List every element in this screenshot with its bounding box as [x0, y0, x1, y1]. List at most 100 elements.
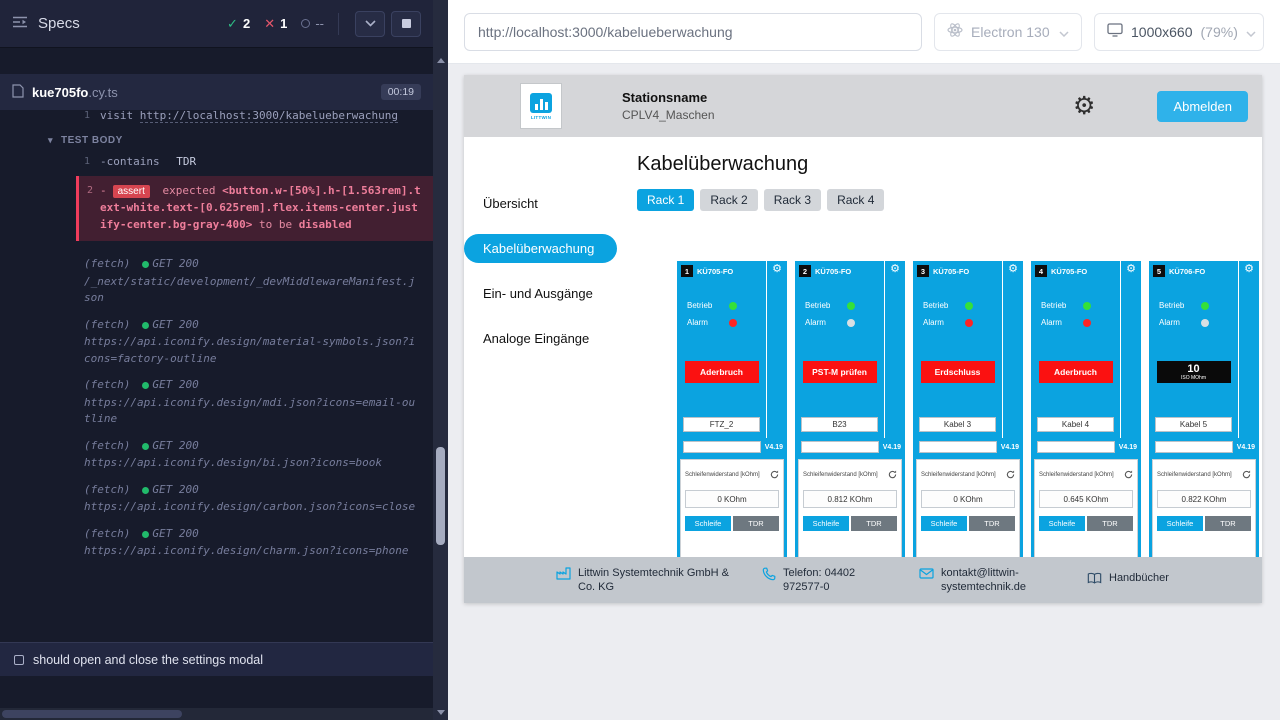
command-visit[interactable]: 1 visit http://localhost:3000/kabelueber…	[0, 110, 433, 127]
vertical-scrollbar-thumb[interactable]	[436, 447, 445, 545]
tab-rack-1[interactable]: Rack 1	[637, 189, 694, 211]
stat-failed[interactable]: ✕1	[264, 16, 287, 32]
specs-title[interactable]: Specs	[38, 15, 80, 32]
card-settings-icon[interactable]: ⚙	[772, 264, 782, 438]
device-card-2: 2 KÜ705-FO Betrieb Alarm PST-M prüfen B2…	[795, 261, 905, 571]
failed-assert[interactable]: 2 -assert expected <button.w-[50%].h-[1.…	[76, 176, 433, 242]
scroll-down-arrow-icon[interactable]	[437, 710, 445, 715]
device-model: KÜ705-FO	[933, 267, 969, 276]
test-stats: ✓2 ✕1 --	[227, 16, 324, 32]
next-test-row[interactable]: should open and close the settings modal	[0, 642, 433, 676]
scroll-up-arrow-icon[interactable]	[437, 58, 445, 63]
station-label: Stationsname	[622, 90, 715, 105]
footer-manuals[interactable]: Handbücher	[1087, 571, 1169, 589]
device-model: KÜ705-FO	[697, 267, 733, 276]
card-settings-icon[interactable]: ⚙	[1244, 264, 1254, 438]
firmware-version: V4.19	[1119, 444, 1137, 451]
cable-name: Kabel 3	[919, 417, 996, 432]
tdr-button[interactable]: TDR	[1087, 516, 1133, 531]
stop-tests-button[interactable]	[391, 11, 421, 37]
measurement-panel: Schleifenwiderstand [kOhm] 0 KOhm Schlei…	[916, 459, 1020, 571]
card-settings-icon[interactable]: ⚙	[1008, 264, 1018, 438]
status-button[interactable]: PST-M prüfen	[803, 361, 877, 383]
sidebar-item-analoge-eingaenge[interactable]: Analoge Eingänge	[464, 324, 619, 353]
viewport-select[interactable]: 1000x660 (79%)	[1094, 13, 1264, 51]
schleife-button[interactable]: Schleife	[1157, 516, 1203, 531]
schleife-button[interactable]: Schleife	[803, 516, 849, 531]
fetch-log-entry: (fetch)GET 200 https://api.iconify.desig…	[0, 477, 433, 521]
refresh-icon[interactable]	[1006, 466, 1015, 484]
chevron-down-icon	[1059, 24, 1069, 40]
app-header: LITTWIN Stationsname CPLV4_Maschen ⚙ Abm…	[464, 75, 1262, 137]
measurement-panel: Schleifenwiderstand [kOhm] 0.812 KOhm Sc…	[798, 459, 902, 571]
viewport-size: 1000x660	[1131, 24, 1193, 40]
sidebar-item-ein-und-ausgaenge[interactable]: Ein- und Ausgänge	[464, 279, 619, 308]
schleife-button[interactable]: Schleife	[685, 516, 731, 531]
horizontal-scrollbar[interactable]	[0, 708, 433, 720]
alarm-led	[1201, 319, 1209, 327]
refresh-icon[interactable]	[888, 466, 897, 484]
tdr-button[interactable]: TDR	[969, 516, 1015, 531]
refresh-icon[interactable]	[770, 466, 779, 484]
device-model: KÜ705-FO	[815, 267, 851, 276]
logout-button[interactable]: Abmelden	[1157, 91, 1248, 122]
success-dot-icon	[142, 322, 149, 329]
tab-rack-4[interactable]: Rack 4	[827, 189, 884, 211]
stop-icon	[402, 19, 411, 28]
success-dot-icon	[142, 531, 149, 538]
card-settings-icon[interactable]: ⚙	[1126, 264, 1136, 438]
browser-select[interactable]: Electron 130	[934, 13, 1082, 51]
spec-header[interactable]: kue705fo.cy.ts 00:19	[0, 74, 433, 110]
device-card-3: 3 KÜ705-FO Betrieb Alarm Erdschluss Kabe…	[913, 261, 1023, 571]
device-card-1: 1 KÜ705-FO Betrieb Alarm Aderbruch FTZ_2…	[677, 261, 787, 571]
status-button[interactable]: Erdschluss	[921, 361, 995, 383]
specs-menu-icon[interactable]	[12, 15, 28, 33]
url-input[interactable]	[464, 13, 922, 51]
device-number-badge: 3	[917, 265, 929, 277]
status-button[interactable]: 10ISO MOhm	[1157, 361, 1231, 383]
tab-rack-3[interactable]: Rack 3	[764, 189, 821, 211]
phone-icon	[762, 566, 776, 586]
test-stop-icon	[14, 655, 24, 665]
fw-field	[1155, 441, 1233, 453]
tab-rack-2[interactable]: Rack 2	[700, 189, 757, 211]
station-name: CPLV4_Maschen	[622, 108, 715, 122]
tdr-button[interactable]: TDR	[1205, 516, 1251, 531]
status-button[interactable]: Aderbruch	[685, 361, 759, 383]
topbar-divider	[338, 13, 339, 35]
sidebar-item-uebersicht[interactable]: Übersicht	[464, 189, 619, 218]
next-test-title: should open and close the settings modal	[33, 653, 263, 667]
command-contains[interactable]: 1 -contains TDR	[0, 151, 433, 173]
betrieb-led	[729, 302, 737, 310]
visit-url: http://localhost:3000/kabelueberwachung	[140, 110, 398, 123]
vertical-scrollbar[interactable]	[433, 0, 448, 720]
command-log: 1 visit http://localhost:3000/kabelueber…	[0, 110, 433, 642]
stat-passed[interactable]: ✓2	[227, 16, 250, 32]
runner-topbar: Specs ✓2 ✕1 --	[0, 0, 433, 48]
fetch-log-entry: (fetch)GET 200 https://api.iconify.desig…	[0, 433, 433, 477]
stat-pending[interactable]: --	[301, 16, 324, 31]
status-button[interactable]: Aderbruch	[1039, 361, 1113, 383]
success-dot-icon	[142, 382, 149, 389]
measurement-panel: Schleifenwiderstand [kOhm] 0 KOhm Schlei…	[680, 459, 784, 571]
tdr-button[interactable]: TDR	[851, 516, 897, 531]
card-settings-icon[interactable]: ⚙	[890, 264, 900, 438]
sidebar-item-kabelueberwachung[interactable]: Kabelüberwachung	[464, 234, 617, 263]
settings-gear-icon[interactable]: ⚙	[1073, 94, 1095, 119]
preview-toolbar: Electron 130 1000x660 (79%)	[448, 0, 1280, 64]
schleife-button[interactable]: Schleife	[1039, 516, 1085, 531]
runner-bottom-area	[0, 676, 433, 720]
app-under-test: LITTWIN Stationsname CPLV4_Maschen ⚙ Abm…	[464, 75, 1262, 603]
collapse-runner-button[interactable]	[355, 11, 385, 37]
schleife-button[interactable]: Schleife	[921, 516, 967, 531]
refresh-icon[interactable]	[1242, 466, 1251, 484]
spec-file-icon	[12, 84, 24, 101]
assert-badge: assert	[113, 185, 150, 198]
spec-extension: .cy.ts	[88, 85, 117, 100]
refresh-icon[interactable]	[1124, 466, 1133, 484]
app-stage: LITTWIN Stationsname CPLV4_Maschen ⚙ Abm…	[448, 64, 1280, 720]
device-cards: 1 KÜ705-FO Betrieb Alarm Aderbruch FTZ_2…	[677, 261, 1262, 571]
test-body-section[interactable]: ▾TEST BODY	[0, 127, 433, 151]
tdr-button[interactable]: TDR	[733, 516, 779, 531]
horizontal-scrollbar-thumb[interactable]	[2, 710, 182, 718]
